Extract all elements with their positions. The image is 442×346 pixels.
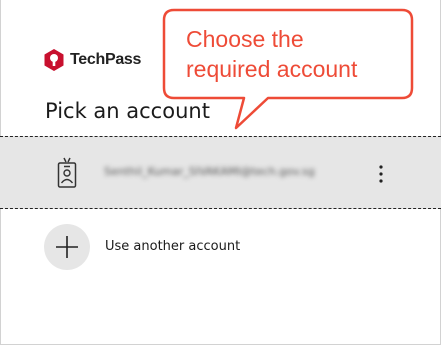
use-another-account-label: Use another account (105, 239, 241, 254)
brand-name: TechPass (70, 51, 142, 68)
plus-icon (56, 236, 78, 258)
more-vertical-icon[interactable] (375, 164, 387, 184)
shield-keyhole-icon (44, 49, 64, 71)
callout-line-2: required account (186, 56, 358, 82)
account-list-item[interactable]: Senthil_Kumar_SIVAKAMI@tech.gov.sg (0, 136, 441, 209)
account-email: Senthil_Kumar_SIVAKAMI@tech.gov.sg (104, 165, 315, 178)
callout-line-1: Choose the (186, 26, 304, 52)
plus-button-circle[interactable] (44, 224, 90, 270)
id-badge-icon (57, 157, 77, 188)
use-another-account-button[interactable]: Use another account (44, 224, 304, 270)
callout-text: Choose the required account (186, 24, 396, 84)
techpass-logo: TechPass (44, 49, 141, 71)
